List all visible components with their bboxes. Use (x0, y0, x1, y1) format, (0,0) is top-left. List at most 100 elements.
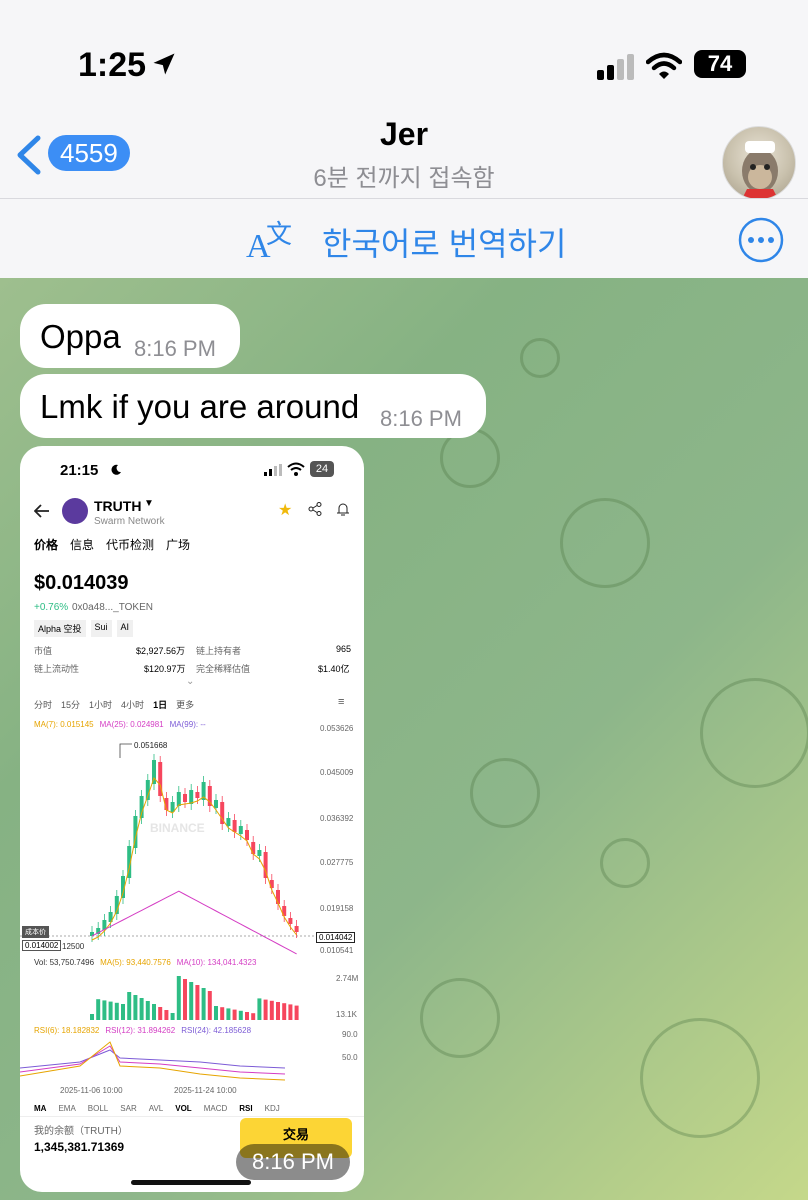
volume-bar (232, 1009, 237, 1020)
candle (183, 794, 187, 802)
location-arrow-icon (153, 53, 175, 75)
translate-icon: A 文 (246, 220, 292, 263)
indicator-tabs: MA EMA BOLL SAR AVL VOL MACD RSI KDJ (34, 1104, 280, 1113)
vol-legend: Vol: 53,750.7496 MA(5): 93,440.7576 MA(1… (34, 958, 256, 967)
volume-bar (108, 1001, 113, 1020)
moon-icon (111, 464, 121, 475)
rsi24-line (20, 1049, 286, 1069)
indicator-option[interactable]: BOLL (88, 1104, 108, 1113)
top-bar: 1:25 74 Jer 6분 전까지 접속함 4559 A 文 한국어로 번역하… (0, 0, 808, 278)
message-time: 8:16 PM (134, 336, 216, 361)
indicator-option[interactable]: MA (34, 1104, 46, 1113)
current-price-tag: 0.014042 (316, 932, 356, 943)
tab-token-check[interactable]: 代币检测 (106, 536, 154, 553)
token-name: TRUTH (94, 498, 142, 514)
y-tick: 0.010541 (320, 946, 354, 955)
volume-bar (189, 982, 194, 1020)
volume-bar (158, 1007, 163, 1020)
indicator-option[interactable]: MACD (204, 1104, 228, 1113)
interval-option[interactable]: 更多 (176, 698, 194, 711)
doodle-circle (520, 338, 560, 378)
indicator-option[interactable]: KDJ (265, 1104, 280, 1113)
interval-option[interactable]: 1日 (153, 698, 167, 711)
rsi-tick: 50.0 (342, 1053, 358, 1062)
doodle-circle (420, 978, 500, 1058)
doodle-circle (560, 498, 650, 588)
indicator-option[interactable]: SAR (120, 1104, 136, 1113)
rsi-legend: RSI(6): 18.182832 RSI(12): 31.894262 RSI… (34, 1026, 251, 1035)
doodle-circle (640, 1018, 760, 1138)
tag: Sui (90, 620, 112, 637)
candle (294, 926, 299, 932)
more-options-icon[interactable] (738, 217, 784, 263)
interval-option[interactable]: 1小时 (89, 698, 112, 711)
share-icon (308, 502, 322, 516)
volume-bar (251, 1013, 256, 1020)
volume-bar (288, 1004, 293, 1020)
contract-address: 0x0a48..._TOKEN (72, 602, 153, 613)
tab-price[interactable]: 价格 (34, 536, 58, 553)
token-dropdown-icon: ▼ (144, 498, 154, 509)
avatar[interactable] (722, 126, 796, 200)
home-indicator (131, 1180, 251, 1185)
candle (226, 818, 231, 826)
interval-option[interactable]: 15分 (61, 698, 80, 711)
interval-option[interactable]: 分时 (34, 698, 52, 711)
status-time: 1:25 (78, 46, 147, 84)
volume-bar (276, 1002, 280, 1020)
ma7-legend: MA(7): 0.015145 (34, 720, 94, 729)
rsi-legend-item: RSI(6): 18.182832 (34, 1026, 100, 1035)
doodle-circle (470, 758, 540, 828)
shot-back-arrow-icon (34, 504, 49, 518)
candles-group (90, 754, 299, 942)
volume-bar (133, 995, 138, 1020)
unread-count-badge[interactable]: 4559 (48, 135, 130, 171)
message-bubble[interactable]: Lmk if you are around 8:16 PM (20, 374, 486, 438)
ma99-legend: MA(99): -- (169, 720, 206, 729)
translate-bar[interactable]: A 文 한국어로 번역하기 (0, 198, 808, 278)
indicator-option[interactable]: AVL (149, 1104, 164, 1113)
message-bubble[interactable]: Oppa 8:16 PM (20, 304, 240, 368)
date-label: 2025-11-06 10:00 (60, 1086, 123, 1095)
volume-bar (170, 1013, 175, 1020)
image-message-time: 8:16 PM (236, 1144, 350, 1180)
candle (257, 850, 262, 856)
candle (195, 792, 200, 798)
tab-square[interactable]: 广场 (166, 536, 190, 553)
tag: AI (116, 620, 134, 637)
indicator-option[interactable]: VOL (175, 1104, 191, 1113)
back-chevron-icon[interactable] (14, 134, 44, 176)
indicator-option[interactable]: RSI (239, 1104, 252, 1113)
volume-bar (127, 992, 132, 1020)
battery-level: 74 (707, 51, 733, 76)
vol-legend-item: Vol: 53,750.7496 (34, 958, 95, 967)
volume-bar (214, 1006, 218, 1020)
image-message[interactable]: 21:15 24 TRUTH ▼ Swarm Network ★ 价格 信息 代… (20, 446, 364, 1192)
doodle-circle (600, 838, 650, 888)
candle (238, 826, 243, 834)
stat-label: 完全稀释估值 (196, 664, 251, 674)
volume-bar (145, 1001, 150, 1020)
tab-info[interactable]: 信息 (70, 536, 94, 553)
volume-bar (139, 998, 144, 1020)
balance-value: 1,345,381.71369 (34, 1140, 125, 1154)
candle (214, 800, 218, 808)
vol-legend-item: MA(5): 93,440.7576 (100, 958, 171, 967)
peak-label: 0.051668 (134, 741, 168, 750)
volume-bar (207, 991, 212, 1020)
binance-watermark: BINANCE (150, 821, 205, 835)
translate-label[interactable]: 한국어로 번역하기 (322, 219, 566, 265)
candle (189, 790, 194, 804)
volume-bar (121, 1004, 125, 1020)
star-icon: ★ (278, 502, 293, 519)
y-tick: 0.019158 (320, 904, 354, 913)
token-tags: Alpha 空投 Sui AI (34, 620, 134, 637)
message-text: Oppa (40, 318, 121, 355)
interval-option[interactable]: 4小时 (121, 698, 144, 711)
indicator-option[interactable]: EMA (58, 1104, 75, 1113)
candle (245, 830, 249, 840)
peak-marker (119, 743, 132, 758)
shot-battery-icon: 24 (310, 461, 334, 477)
y-tick: 0.053626 (320, 724, 354, 733)
wifi-icon (646, 52, 682, 79)
